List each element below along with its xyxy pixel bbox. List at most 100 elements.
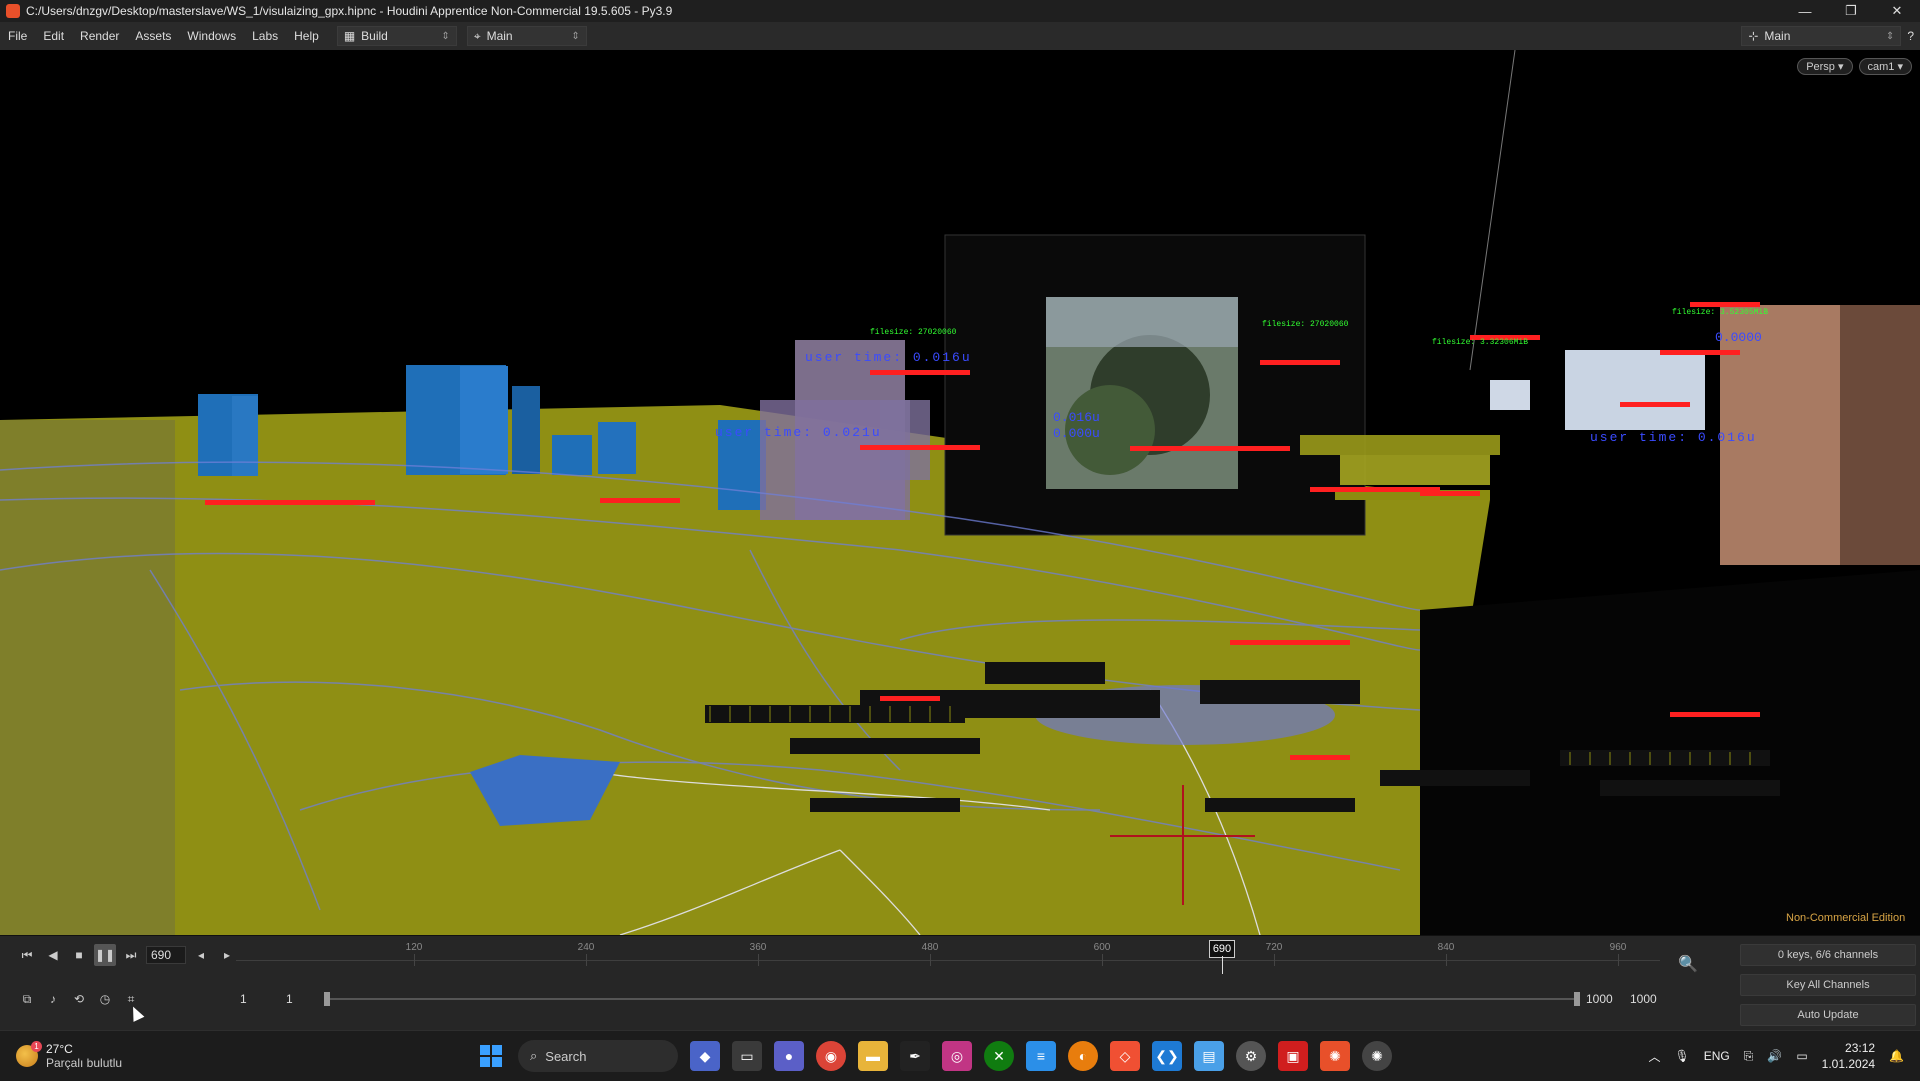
playback-controls: ⏮ ◀ ■ ❚❚ ⏭ 690 ◂ ▸: [16, 944, 238, 966]
tick-label: 960: [1609, 942, 1627, 953]
jump-end-icon[interactable]: ⏭: [120, 944, 142, 966]
menu-help[interactable]: Help: [286, 29, 327, 43]
xbox-icon[interactable]: ✕: [984, 1041, 1014, 1071]
microphone-icon[interactable]: 🎙: [1675, 1049, 1690, 1063]
menu-bar: File Edit Render Assets Windows Labs Hel…: [0, 22, 1920, 51]
keys-info[interactable]: 0 keys, 6/6 channels: [1740, 944, 1916, 966]
range-start-field-2[interactable]: 1: [286, 992, 293, 1006]
tick-label: 360: [749, 942, 767, 953]
timeline-ruler[interactable]: 120 240 360 480 600 720 840 960 690: [236, 940, 1660, 974]
start-icon[interactable]: [476, 1041, 506, 1071]
realtime-toggle-icon[interactable]: ⧉: [16, 988, 38, 1010]
range-end-field-2[interactable]: 1000: [1630, 992, 1657, 1006]
image-viewer-icon[interactable]: ▤: [1194, 1041, 1224, 1071]
search-icon: ⌕: [530, 1048, 538, 1063]
network-select-label: Main: [486, 29, 513, 43]
tick-label: 480: [921, 942, 939, 953]
weather-icon: 1: [16, 1041, 42, 1067]
right-desktop-select[interactable]: ⊹ Main ⇕: [1741, 26, 1902, 46]
teams-icon[interactable]: ●: [774, 1041, 804, 1071]
close-button[interactable]: ✕: [1874, 0, 1920, 22]
range-start-field[interactable]: 1: [240, 992, 247, 1006]
menu-assets[interactable]: Assets: [127, 29, 179, 43]
scene-render: [0, 50, 1920, 935]
overlay-label: user time: 0.021u: [715, 425, 882, 440]
key-icon[interactable]: 🔍: [1678, 954, 1698, 974]
auto-update-button[interactable]: Auto Update: [1740, 1004, 1916, 1026]
volume-icon[interactable]: 🔊: [1767, 1049, 1782, 1063]
range-handle-end[interactable]: [1574, 992, 1580, 1006]
language-indicator[interactable]: ENG: [1704, 1049, 1730, 1063]
step-forward-icon[interactable]: ▸: [216, 944, 238, 966]
persp-menu[interactable]: Persp ▾: [1797, 58, 1853, 75]
widgets-icon[interactable]: ◆: [690, 1041, 720, 1071]
noncommercial-watermark: Non-Commercial Edition: [1786, 912, 1906, 924]
camera-menu[interactable]: cam1 ▾: [1858, 58, 1912, 75]
tick-label: 840: [1437, 942, 1455, 953]
select-arrow-icon: ⇕: [1885, 30, 1895, 42]
viewport-camera-controls: Persp ▾ cam1 ▾: [1797, 58, 1912, 75]
pause-icon[interactable]: ❚❚: [94, 944, 116, 966]
inkscape-icon[interactable]: ✒: [900, 1041, 930, 1071]
weather-widget[interactable]: 1 27°C Parçalı bulutlu: [0, 1041, 416, 1070]
clock-icon[interactable]: ◷: [94, 988, 116, 1010]
blender-icon[interactable]: ◐: [1068, 1041, 1098, 1071]
key-panel: 0 keys, 6/6 channels Key All Channels Au…: [1740, 944, 1916, 1034]
menu-windows[interactable]: Windows: [179, 29, 244, 43]
select-arrow-icon: ⇕: [441, 30, 450, 42]
key-all-channels-button[interactable]: Key All Channels: [1740, 974, 1916, 996]
scene-viewport[interactable]: filesize: 27020060 filesize: 27020060 fi…: [0, 50, 1920, 935]
overlay-label: filesize: 3.52305MiB: [1672, 308, 1769, 317]
menu-render[interactable]: Render: [72, 29, 127, 43]
houdini-icon[interactable]: ✺: [1320, 1041, 1350, 1071]
weather-badge: 1: [31, 1041, 42, 1052]
menu-labs[interactable]: Labs: [244, 29, 286, 43]
instagram-icon[interactable]: ◎: [942, 1041, 972, 1071]
building: [460, 366, 508, 474]
current-frame-field[interactable]: 690: [146, 946, 186, 964]
file-explorer-icon[interactable]: ▬: [858, 1041, 888, 1071]
vscode-icon[interactable]: ❮❯: [1152, 1041, 1182, 1071]
desktop-select[interactable]: ▦ Build ⇕: [336, 26, 457, 46]
overlay-label: filesize: 27020060: [1262, 320, 1349, 329]
audio-icon[interactable]: ♪: [42, 988, 64, 1010]
range-slider[interactable]: [324, 992, 1580, 1006]
minimize-button[interactable]: —: [1782, 0, 1828, 22]
weather-temp: 27°C: [46, 1042, 73, 1056]
range-handle-start[interactable]: [324, 992, 330, 1006]
stop-icon[interactable]: ■: [68, 944, 90, 966]
overlay-label: filesize: 3.32306MiB: [1432, 338, 1529, 347]
help-icon[interactable]: ?: [1907, 29, 1914, 43]
network-icon[interactable]: ⎘: [1744, 1049, 1754, 1064]
network-select[interactable]: ⌖ Main ⇕: [466, 26, 587, 46]
timeline-tools: ⧉ ♪ ⟲ ◷ ⌗: [16, 988, 142, 1010]
building: [598, 422, 636, 474]
taskbar-apps: ⌕ Search ◆ ▭ ● ◉ ▬ ✒ ◎ ✕ ≡ ◐ ◇ ❮❯ ▤ ⚙ ▣ …: [476, 1040, 1392, 1072]
notes-icon[interactable]: ≡: [1026, 1041, 1056, 1071]
git-icon[interactable]: ◇: [1110, 1041, 1140, 1071]
chrome-icon[interactable]: ◉: [816, 1041, 846, 1071]
select-arrow-icon: ⇕: [571, 30, 580, 42]
notification-icon[interactable]: 🔔: [1889, 1049, 1904, 1063]
loop-icon[interactable]: ⟲: [68, 988, 90, 1010]
step-back-icon[interactable]: ◂: [190, 944, 212, 966]
clock[interactable]: 23:12 1.01.2024: [1822, 1040, 1875, 1072]
task-view-icon[interactable]: ▭: [732, 1041, 762, 1071]
taskbar-search[interactable]: ⌕ Search: [518, 1040, 678, 1072]
jump-start-icon[interactable]: ⏮: [16, 944, 38, 966]
tick-label: 120: [405, 942, 423, 953]
overlay-label: 0.000u: [1053, 426, 1100, 441]
pdf-icon[interactable]: ▣: [1278, 1041, 1308, 1071]
play-reverse-icon[interactable]: ◀: [42, 944, 64, 966]
maximize-button[interactable]: ❐: [1828, 0, 1874, 22]
menu-file[interactable]: File: [0, 29, 35, 43]
settings-icon[interactable]: ⚙: [1236, 1041, 1266, 1071]
tick-label: 600: [1093, 942, 1111, 953]
battery-icon[interactable]: ▭: [1796, 1049, 1807, 1063]
chevron-up-icon[interactable]: ︿: [1648, 1048, 1660, 1065]
tick-label: 720: [1265, 942, 1283, 953]
menu-edit[interactable]: Edit: [35, 29, 72, 43]
range-end-field[interactable]: 1000: [1586, 992, 1613, 1006]
houdini-alt-icon[interactable]: ✺: [1362, 1041, 1392, 1071]
tick-label: 240: [577, 942, 595, 953]
